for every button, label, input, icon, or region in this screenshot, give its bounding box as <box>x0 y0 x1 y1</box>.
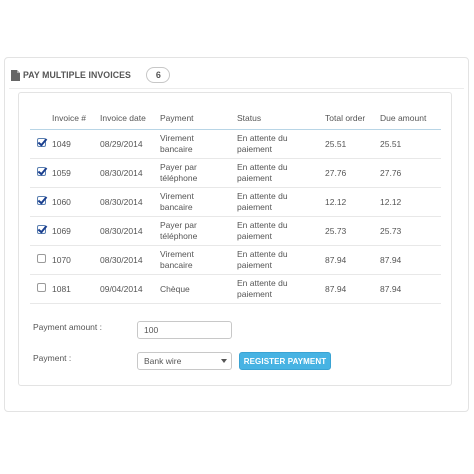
status-line-2: paiement <box>237 260 272 270</box>
due-amount: 25.51 <box>380 129 441 159</box>
payment-method: Virement bancaire <box>160 187 237 217</box>
invoice-date: 08/29/2014 <box>100 129 160 159</box>
payment-line-1: Virement <box>160 249 194 259</box>
invoice-number: 1081 <box>52 274 100 304</box>
payment-method: Virement bancaire <box>160 129 237 159</box>
payment-line-2: téléphone <box>160 231 198 241</box>
status-line-1: En attente du <box>237 191 288 201</box>
total-order: 87.94 <box>325 245 380 275</box>
header-select <box>30 107 52 130</box>
status-line-1: En attente du <box>237 133 288 143</box>
table-row: 1081 09/04/2014 Chèque En attente du paiemen… <box>30 274 441 304</box>
payment-line-1: Payer par <box>160 220 197 230</box>
header-invoice-date: Invoice date <box>100 107 160 130</box>
status-line-2: paiement <box>237 231 272 241</box>
row-checkbox[interactable] <box>37 225 46 234</box>
payment-method: Payer par téléphone <box>160 216 237 246</box>
header-payment: Payment <box>160 107 237 130</box>
payment-line-1: Payer par <box>160 162 197 172</box>
total-order: 12.12 <box>325 187 380 217</box>
due-amount: 25.73 <box>380 216 441 246</box>
status-line-2: paiement <box>237 289 272 299</box>
invoice-number: 1059 <box>52 158 100 188</box>
total-order: 27.76 <box>325 158 380 188</box>
payment-method: Virement bancaire <box>160 245 237 275</box>
row-checkbox[interactable] <box>37 283 46 292</box>
status-line-2: paiement <box>237 144 272 154</box>
table-header-row: Invoice # Invoice date Payment Status To… <box>30 107 441 130</box>
panel-header: PAY MULTIPLE INVOICES 6 <box>9 62 464 89</box>
header-due-amount: Due amount <box>380 107 441 130</box>
chevron-down-icon <box>221 359 227 363</box>
invoice-date: 08/30/2014 <box>100 158 160 188</box>
payment-method: Payer par téléphone <box>160 158 237 188</box>
row-checkbox[interactable] <box>37 167 46 176</box>
payment-line-2: bancaire <box>160 144 193 154</box>
total-order: 25.51 <box>325 129 380 159</box>
invoices-table: Invoice # Invoice date Payment Status To… <box>30 107 441 304</box>
document-icon <box>11 69 20 81</box>
invoice-number: 1069 <box>52 216 100 246</box>
row-checkbox[interactable] <box>37 254 46 263</box>
table-row: 1069 08/30/2014 Payer par téléphone En atten… <box>30 216 441 246</box>
row-select-cell <box>30 129 52 159</box>
payment-line-1: Virement <box>160 133 194 143</box>
panel-title: PAY MULTIPLE INVOICES <box>23 69 131 81</box>
total-order: 87.94 <box>325 274 380 304</box>
invoice-date: 08/30/2014 <box>100 245 160 275</box>
status-line-1: En attente du <box>237 220 288 230</box>
row-select-cell <box>30 216 52 246</box>
invoice-date: 08/30/2014 <box>100 216 160 246</box>
row-select-cell <box>30 245 52 275</box>
payment-method-select[interactable]: Bank wire <box>137 352 232 370</box>
status: En attente du paiement <box>237 129 325 159</box>
row-select-cell <box>30 274 52 304</box>
table-row: 1060 08/30/2014 Virement bancaire En attente… <box>30 187 441 217</box>
row-select-cell <box>30 187 52 217</box>
row-checkbox[interactable] <box>37 138 46 147</box>
due-amount: 87.94 <box>380 245 441 275</box>
total-order: 25.73 <box>325 216 380 246</box>
row-checkbox[interactable] <box>37 196 46 205</box>
table-row: 1059 08/30/2014 Payer par téléphone En atten… <box>30 158 441 188</box>
status-line-1: En attente du <box>237 249 288 259</box>
payment-method: Chèque <box>160 274 237 304</box>
due-amount: 12.12 <box>380 187 441 217</box>
invoice-number: 1070 <box>52 245 100 275</box>
invoice-count-badge: 6 <box>146 67 171 83</box>
invoice-date: 09/04/2014 <box>100 274 160 304</box>
status: En attente du paiement <box>237 216 325 246</box>
payment-line-2: bancaire <box>160 260 193 270</box>
payment-method-label: Payment : <box>33 353 72 363</box>
payment-line-1: Virement <box>160 191 194 201</box>
row-select-cell <box>30 158 52 188</box>
status: En attente du paiement <box>237 158 325 188</box>
register-payment-button[interactable]: REGISTER PAYMENT <box>239 352 331 370</box>
payment-amount-input[interactable] <box>137 321 232 339</box>
payment-amount-label: Payment amount : <box>33 322 102 332</box>
header-total-order: Total order <box>325 107 380 130</box>
payment-line-2: téléphone <box>160 173 198 183</box>
status-line-1: En attente du <box>237 162 288 172</box>
payment-line-1: Chèque <box>160 283 190 294</box>
payment-method-value: Bank wire <box>144 356 182 366</box>
invoice-date: 08/30/2014 <box>100 187 160 217</box>
header-invoice-number: Invoice # <box>52 107 100 130</box>
due-amount: 87.94 <box>380 274 441 304</box>
status: En attente du paiement <box>237 187 325 217</box>
table-row: 1049 08/29/2014 Virement bancaire En attente… <box>30 129 441 159</box>
status-line-2: paiement <box>237 202 272 212</box>
header-status: Status <box>237 107 325 130</box>
status: En attente du paiement <box>237 274 325 304</box>
status-line-2: paiement <box>237 173 272 183</box>
payment-line-2: bancaire <box>160 202 193 212</box>
due-amount: 27.76 <box>380 158 441 188</box>
invoice-number: 1049 <box>52 129 100 159</box>
status-line-1: En attente du <box>237 278 288 288</box>
status: En attente du paiement <box>237 245 325 275</box>
invoice-number: 1060 <box>52 187 100 217</box>
table-row: 1070 08/30/2014 Virement bancaire En attente… <box>30 245 441 275</box>
